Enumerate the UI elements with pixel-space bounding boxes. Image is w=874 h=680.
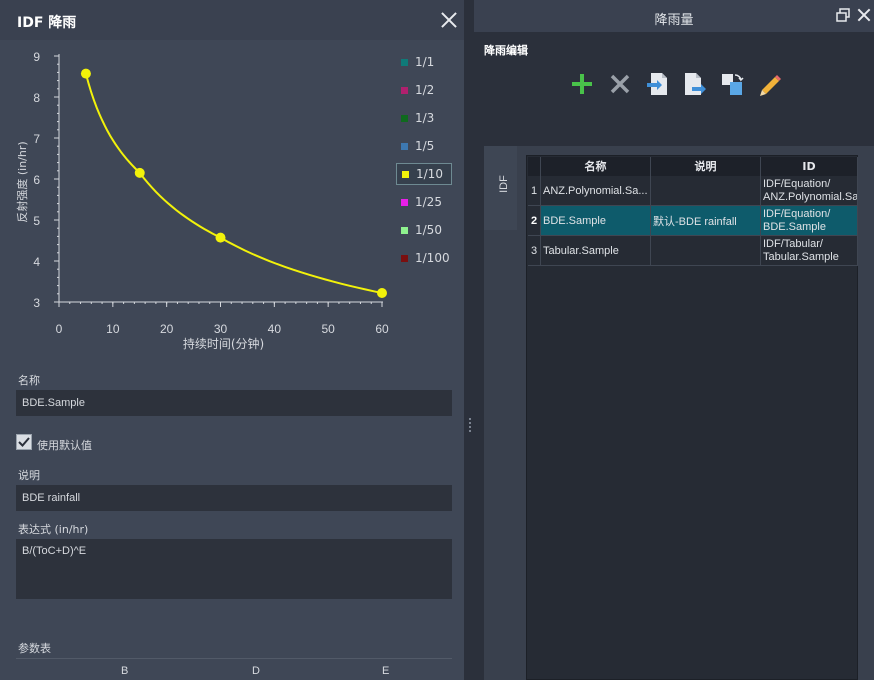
- chart-series: [80, 68, 387, 298]
- chart-axes: 3 4 5 6 7 8 9 0 10 20 30 40 50 60 持续时间(分钟) 反射强度 (in/hr): [15, 50, 389, 351]
- table-row[interactable]: 3 Tabular.Sample IDF/Tabular/ Tabular.Sa…: [528, 236, 858, 266]
- legend-item[interactable]: 1/50: [396, 219, 452, 241]
- data-point: [215, 232, 226, 243]
- row-name[interactable]: BDE.Sample: [541, 206, 651, 236]
- y-tick-label: 5: [33, 214, 40, 228]
- legend-label: 1/3: [415, 111, 435, 125]
- row-id[interactable]: IDF/Tabular/ Tabular.Sample: [761, 236, 858, 266]
- param-table-divider: [16, 658, 452, 659]
- row-description[interactable]: [651, 176, 761, 206]
- legend-item[interactable]: 1/25: [396, 191, 452, 213]
- legend-item[interactable]: 1/3: [396, 107, 452, 129]
- y-tick-label: 9: [33, 50, 40, 64]
- legend-swatch: [401, 226, 408, 234]
- legend-label: 1/100: [415, 251, 450, 265]
- tab-idf-label: IDF: [498, 175, 510, 193]
- import-icon[interactable]: [644, 70, 672, 98]
- x-tick-label: 0: [56, 322, 63, 336]
- description-field[interactable]: BDE rainfall: [16, 485, 452, 511]
- name-field[interactable]: BDE.Sample: [16, 390, 452, 416]
- rainfall-header: 降雨量: [474, 0, 874, 32]
- delete-icon[interactable]: [606, 70, 634, 98]
- legend-label: 1/5: [415, 139, 435, 153]
- edit-icon[interactable]: [756, 70, 784, 98]
- rainfall-title: 降雨量: [654, 13, 694, 28]
- param-column-b: B: [121, 665, 129, 677]
- row-id[interactable]: IDF/Equation/ ANZ.Polynomial.Sa...: [761, 176, 858, 206]
- grid-header-id[interactable]: ID: [761, 157, 858, 176]
- legend-item[interactable]: 1/1: [396, 51, 452, 73]
- data-point: [134, 167, 145, 178]
- x-tick-label: 50: [321, 322, 335, 336]
- param-table-label: 参数表: [18, 642, 51, 655]
- panel-splitter[interactable]: [464, 0, 474, 680]
- legend-swatch: [401, 58, 408, 66]
- export-icon[interactable]: [680, 70, 708, 98]
- y-tick-label: 3: [33, 296, 40, 310]
- data-point: [377, 287, 387, 298]
- legend-swatch: [401, 114, 408, 122]
- y-tick-label: 8: [33, 91, 40, 105]
- x-tick-label: 10: [106, 322, 120, 336]
- legend-swatch: [401, 142, 408, 150]
- close-icon[interactable]: [856, 7, 872, 23]
- x-tick-label: 20: [160, 322, 174, 336]
- panel-header: IDF 降雨: [0, 0, 464, 40]
- y-tick-label: 4: [33, 255, 40, 269]
- row-number: 3: [528, 236, 541, 266]
- row-name[interactable]: ANZ.Polynomial.Sa...: [541, 176, 651, 206]
- row-name[interactable]: Tabular.Sample: [541, 236, 651, 266]
- row-number: 2: [528, 206, 541, 236]
- legend-label: 1/50: [415, 223, 442, 237]
- data-point: [80, 68, 91, 79]
- restore-window-icon[interactable]: [836, 8, 850, 22]
- name-label: 名称: [18, 374, 40, 387]
- legend-label: 1/2: [415, 83, 435, 97]
- row-description[interactable]: [651, 236, 761, 266]
- table-row[interactable]: 1 ANZ.Polynomial.Sa... IDF/Equation/ ANZ…: [528, 176, 858, 206]
- legend-swatch: [401, 198, 408, 206]
- row-number: 1: [528, 176, 541, 206]
- y-tick-label: 6: [33, 173, 40, 187]
- y-axis-label: 反射强度 (in/hr): [15, 141, 29, 222]
- x-tick-label: 40: [268, 322, 282, 336]
- legend-label: 1/1: [415, 55, 435, 69]
- legend-label: 1/10: [416, 167, 443, 181]
- legend-swatch: [401, 86, 408, 94]
- legend-swatch: [402, 170, 409, 178]
- check-icon: [18, 437, 30, 447]
- y-tick-label: 7: [33, 132, 40, 146]
- idf-chart: 3 4 5 6 7 8 9 0 10 20 30 40 50 60 持续时间(分钟) 反射强度 (in/hr): [15, 50, 389, 351]
- panel-title: IDF 降雨: [17, 15, 77, 31]
- row-id[interactable]: IDF/Equation/ BDE.Sample: [761, 206, 858, 236]
- splitter-grip[interactable]: [469, 418, 471, 432]
- legend-item[interactable]: 1/10: [396, 163, 452, 185]
- expression-field[interactable]: B/(ToC+D)^E: [16, 539, 452, 599]
- table-row[interactable]: 2 BDE.Sample 默认-BDE rainfall IDF/Equatio…: [528, 206, 858, 236]
- legend-swatch: [401, 254, 408, 262]
- section-title: 降雨编辑: [484, 44, 528, 57]
- x-tick-label: 60: [375, 322, 389, 336]
- use-default-label: 使用默认值: [37, 439, 92, 452]
- close-icon[interactable]: [439, 10, 459, 30]
- row-description[interactable]: 默认-BDE rainfall: [651, 206, 761, 236]
- param-column-e: E: [382, 665, 390, 677]
- description-label: 说明: [18, 469, 40, 482]
- expression-label: 表达式 (in/hr): [18, 523, 89, 536]
- legend-item[interactable]: 1/5: [396, 135, 452, 157]
- grid-header-description[interactable]: 说明: [651, 157, 761, 176]
- use-default-checkbox[interactable]: [16, 434, 32, 450]
- x-axis-label: 持续时间(分钟): [183, 336, 264, 351]
- grid-header-name[interactable]: 名称: [541, 157, 651, 176]
- legend-item[interactable]: 1/2: [396, 79, 452, 101]
- param-column-d: D: [252, 665, 260, 677]
- grid-corner: [528, 157, 541, 176]
- copy-icon[interactable]: [718, 70, 746, 98]
- x-tick-label: 30: [214, 322, 228, 336]
- legend-label: 1/25: [415, 195, 442, 209]
- legend-item[interactable]: 1/100: [396, 247, 452, 269]
- add-icon[interactable]: [568, 70, 596, 98]
- series-line: [84, 73, 383, 294]
